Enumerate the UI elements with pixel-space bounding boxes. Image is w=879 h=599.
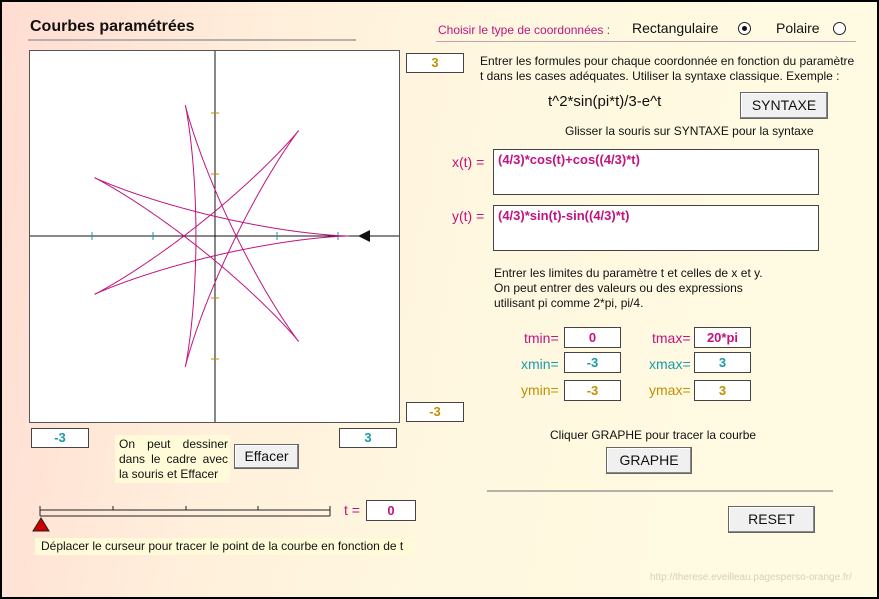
draw-note: On peut dessiner dans le cadre avec la s… [115,435,230,483]
tmax-label: tmax= [652,330,691,346]
plot-canvas[interactable] [29,50,400,423]
t-value-display: 0 [366,500,416,521]
app-window: Courbes paramétrées Choisir le type de c… [2,2,877,597]
coord-type-label: Choisir le type de coordonnées : [438,23,611,37]
polar-option-label: Polaire [776,20,820,36]
footer-url: http://therese.eveilleau.pagesperso-oran… [650,572,852,583]
curve-point-marker [358,230,370,242]
section-divider [487,490,833,492]
y-formula-label: y(t) = [452,208,485,224]
reset-button[interactable]: RESET [728,506,815,533]
xmin-display: -3 [31,428,89,448]
xmin-input[interactable]: -3 [564,352,621,373]
xmax-display: 3 [339,428,397,448]
tmin-input[interactable]: 0 [564,327,621,348]
syntax-example: t^2*sin(pi*t)/3-e^t [548,93,662,110]
slider-handle[interactable] [32,517,50,532]
effacer-button[interactable]: Effacer [234,444,299,469]
limits-instructions: Entrer les limites du paramètre t et cel… [494,266,763,310]
y-formula-input[interactable]: (4/3)*sin(t)-sin((4/3)*t) [493,205,819,251]
ymin-label: ymin= [521,382,559,398]
tmax-input[interactable]: 20*pi [694,327,751,348]
graphe-button[interactable]: GRAPHE [606,447,692,474]
xmin-label: xmin= [521,356,559,372]
tmin-label: tmin= [524,330,559,346]
syntaxe-button[interactable]: SYNTAXE [740,92,828,119]
ymax-input[interactable]: 3 [694,380,751,401]
ymax-display: 3 [406,53,464,73]
x-formula-label: x(t) = [452,154,485,170]
coord-type-underline [436,41,856,42]
ymin-input[interactable]: -3 [564,380,621,401]
title-underline [28,39,356,41]
page-title: Courbes paramétrées [30,18,195,35]
t-label: t = [344,502,360,518]
t-slider[interactable] [32,500,336,534]
polar-radio[interactable] [833,22,846,35]
ymax-label: ymax= [649,382,691,398]
xmax-label: xmax= [649,356,691,372]
xmax-input[interactable]: 3 [694,352,751,373]
graph-instruction: Cliquer GRAPHE pour tracer la courbe [550,428,757,442]
ymin-display: -3 [406,402,464,422]
syntax-hint: Glisser la souris sur SYNTAXE pour la sy… [565,124,814,138]
rectangular-radio[interactable] [738,22,751,35]
slider-caption: Déplacer le curseur pour tracer le point… [35,538,415,555]
formula-instructions: Entrer les formules pour chaque coordonn… [480,54,855,83]
rectangular-option-label: Rectangulaire [632,20,719,36]
x-formula-input[interactable]: (4/3)*cos(t)+cos((4/3)*t) [493,149,819,195]
plot-svg [30,51,399,422]
